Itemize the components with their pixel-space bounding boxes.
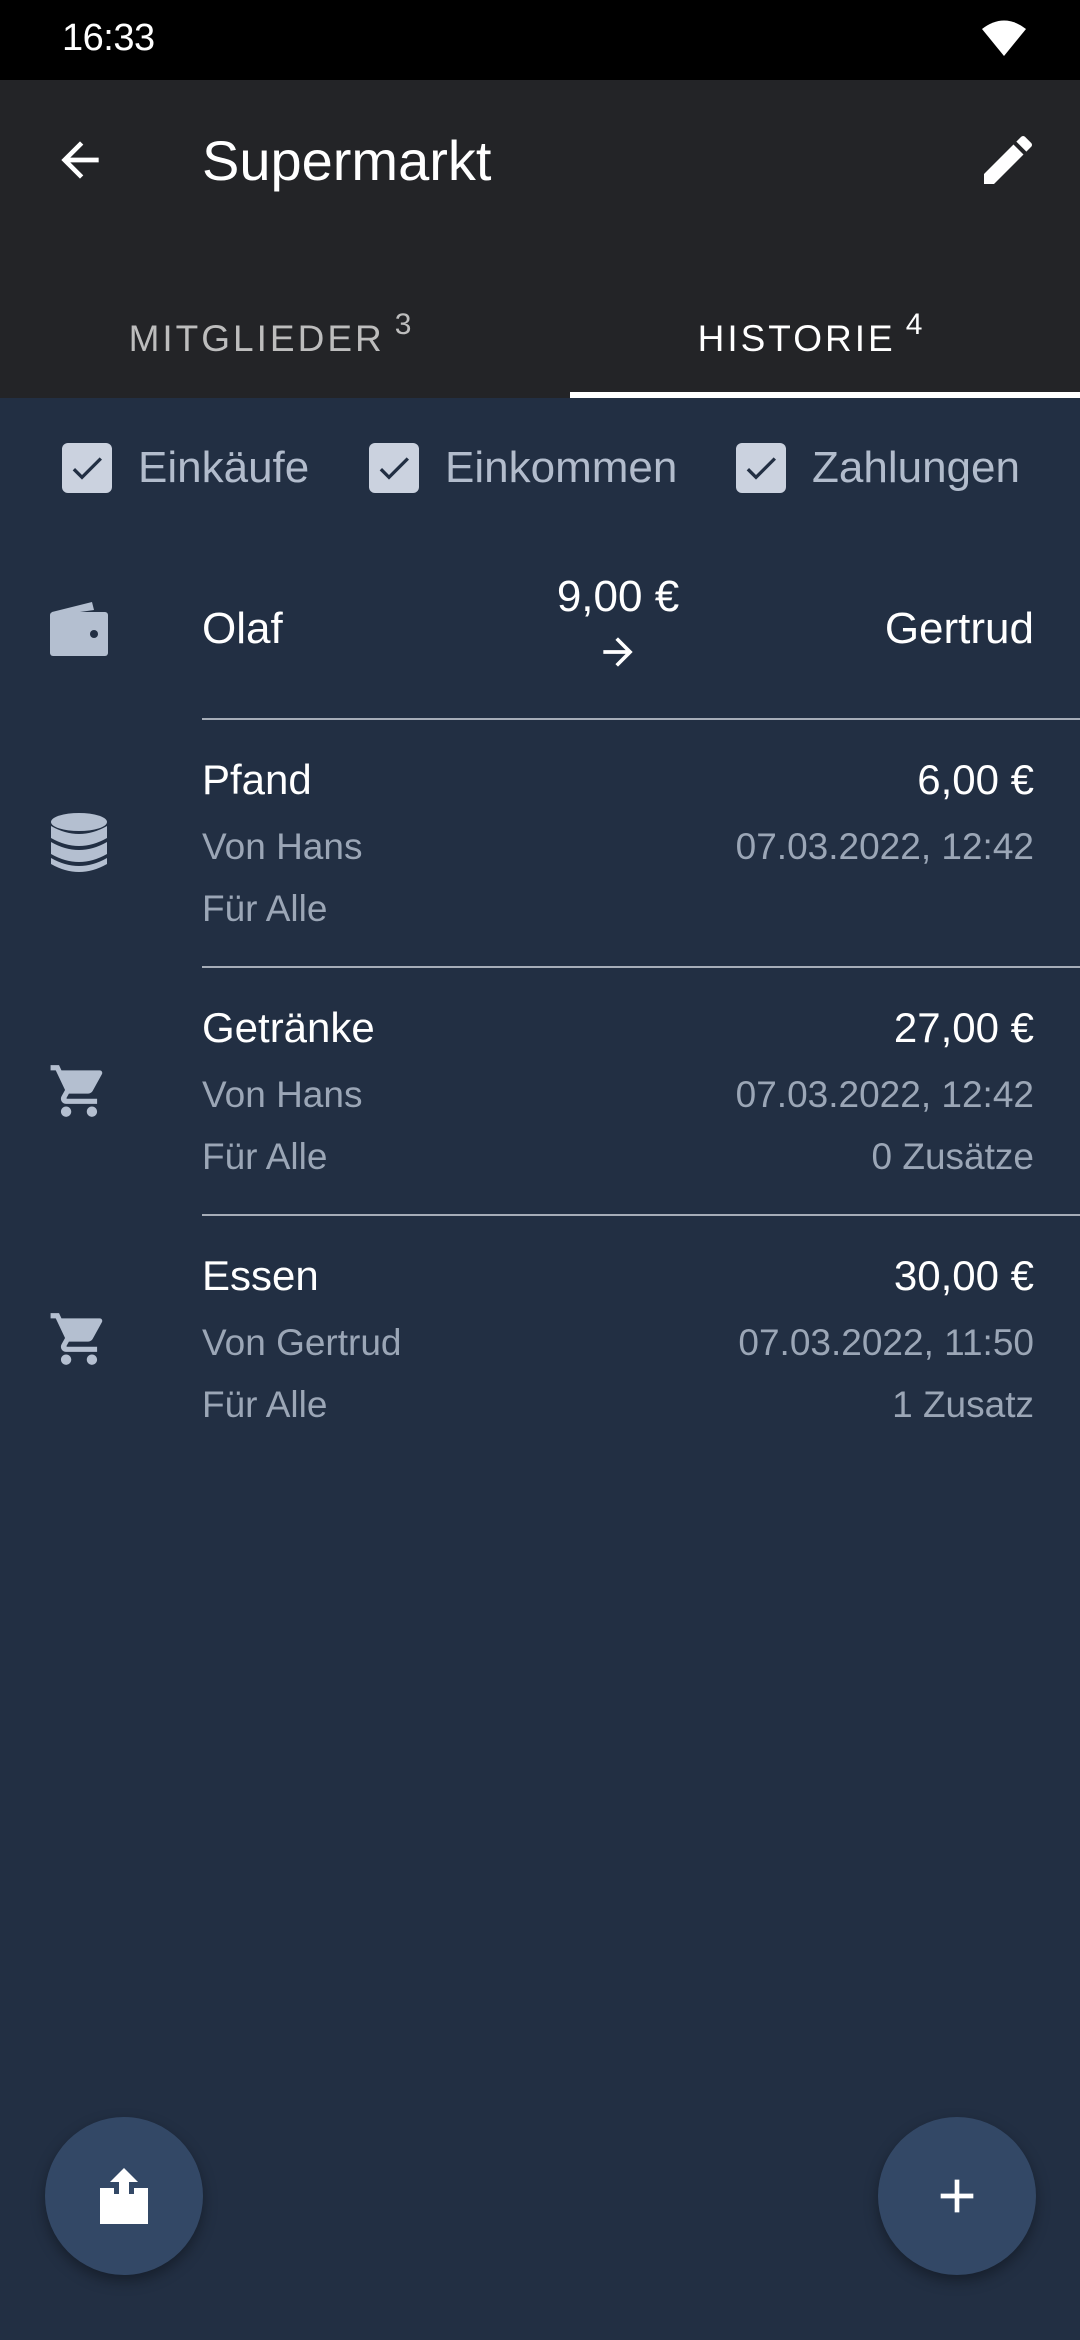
income-label: Einkommen: [445, 443, 678, 492]
add-button[interactable]: [878, 2117, 1036, 2275]
status-bar: 16:33: [0, 0, 1080, 80]
entry-by: Von Hans: [202, 1074, 363, 1115]
entry-for: Für Alle: [202, 1384, 328, 1425]
pencil-icon: [984, 135, 1033, 184]
list-item[interactable]: Getränke Von Hans Für Alle 27,00 € 07.03…: [0, 968, 1080, 1216]
tab-history-label: HISTORIE: [697, 318, 896, 359]
tab-history-count: 4: [905, 308, 923, 341]
entry-date: 07.03.2022, 12:42: [735, 1074, 1034, 1115]
entry-for: Für Alle: [202, 1136, 328, 1177]
share-icon: [100, 2168, 148, 2224]
wifi-icon: [982, 20, 1026, 56]
wallet-icon: [48, 598, 110, 660]
payment-to: Gertrud: [884, 604, 1034, 653]
entry-extras: 0 Zusätze: [871, 1136, 1034, 1177]
list-item[interactable]: Pfand Von Hans Für Alle 6,00 € 07.03.202…: [0, 720, 1080, 968]
payments-label: Zahlungen: [812, 443, 1020, 492]
entry-title: Getränke: [202, 1004, 375, 1051]
entry-title: Essen: [202, 1252, 319, 1299]
filter-bar: Einkäufe Einkommen Zahlungen: [0, 398, 1080, 538]
coins-icon: [48, 812, 110, 874]
entry-by: Von Gertrud: [202, 1322, 402, 1363]
cart-icon: [48, 1308, 110, 1370]
back-button[interactable]: [40, 120, 120, 200]
entry-amount: 27,00 €: [893, 1004, 1034, 1051]
entry-amount: 6,00 €: [917, 756, 1034, 803]
income-checkbox[interactable]: [369, 443, 419, 493]
tab-members-label: MITGLIEDER: [128, 318, 385, 359]
app-bar: Supermarkt MITGLIEDER 3 HISTORIE 4: [0, 80, 1080, 398]
tab-history[interactable]: HISTORIE 4: [540, 280, 1080, 398]
tab-members-count: 3: [394, 308, 412, 341]
entry-by: Von Hans: [202, 826, 363, 867]
check-icon: [746, 457, 776, 480]
entry-for: Für Alle: [202, 888, 328, 929]
arrow-right-icon: [603, 637, 633, 667]
filter-payments[interactable]: Zahlungen: [736, 440, 1020, 496]
plus-icon: [940, 2179, 974, 2213]
payment-amount: 9,00 €: [556, 572, 680, 621]
entry-title: Pfand: [202, 756, 312, 803]
page-title: Supermarkt: [202, 129, 492, 192]
tab-members[interactable]: MITGLIEDER 3: [0, 280, 540, 398]
share-button[interactable]: [45, 2117, 203, 2275]
purchases-checkbox[interactable]: [62, 443, 112, 493]
cart-icon: [48, 1060, 110, 1122]
entry-date: 07.03.2022, 12:42: [735, 826, 1034, 867]
filter-purchases[interactable]: Einkäufe: [62, 440, 309, 496]
check-icon: [379, 457, 409, 480]
payment-row[interactable]: Olaf 9,00 € Gertrud: [0, 538, 1080, 720]
purchases-label: Einkäufe: [138, 443, 310, 492]
history-list: Olaf 9,00 € Gertrud Pfand Von Hans Für A…: [0, 538, 1080, 1464]
entry-date: 07.03.2022, 11:50: [738, 1322, 1034, 1363]
payment-from: Olaf: [202, 604, 283, 653]
edit-button[interactable]: [966, 118, 1050, 202]
entry-amount: 30,00 €: [893, 1252, 1034, 1299]
entry-extras: 1 Zusatz: [892, 1384, 1034, 1425]
payments-checkbox[interactable]: [736, 443, 786, 493]
status-time: 16:33: [62, 17, 155, 59]
filter-income[interactable]: Einkommen: [369, 440, 677, 496]
list-item[interactable]: Essen Von Gertrud Für Alle 30,00 € 07.03…: [0, 1216, 1080, 1464]
arrow-left-icon: [61, 141, 99, 179]
tab-bar: MITGLIEDER 3 HISTORIE 4: [0, 280, 1080, 398]
check-icon: [72, 457, 102, 480]
